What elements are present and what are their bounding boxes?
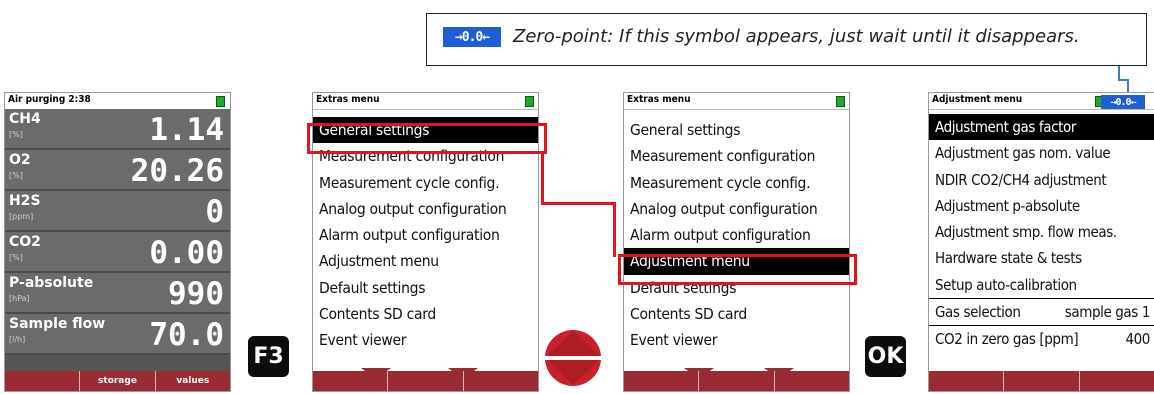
screen-title: Extras menu	[316, 94, 380, 105]
menu-item-alarm-output-configuration[interactable]: Alarm output configuration	[313, 222, 538, 248]
softkey-2[interactable]	[387, 371, 462, 391]
softkey-3[interactable]	[462, 371, 538, 391]
measurement-value: 1.14	[149, 112, 224, 148]
callout-text: Zero-point: If this symbol appears, just…	[513, 26, 1080, 47]
menu-list: General settings Measurement configurati…	[624, 117, 849, 354]
measurement-row: CO2 [%] 0.00	[5, 232, 230, 273]
softkey-2[interactable]	[1003, 371, 1078, 391]
softkey-storage[interactable]: storage	[79, 371, 154, 391]
menu-item-hardware-state-tests[interactable]: Hardware state & tests	[929, 245, 1154, 271]
menu-item-adjustment-smp-flow[interactable]: Adjustment smp. flow meas.	[929, 219, 1154, 245]
extras-menu-screen-adjustment-selected: Extras menu General settings Measurement…	[623, 92, 850, 392]
up-down-key-icon[interactable]	[544, 329, 602, 387]
measurement-name: O2	[9, 152, 31, 168]
status-led-icon	[216, 96, 225, 107]
menu-item-event-viewer[interactable]: Event viewer	[313, 327, 538, 353]
menu-item-measurement-cycle-config[interactable]: Measurement cycle config.	[624, 170, 849, 196]
zero-point-callout: →0.0← Zero-point: If this symbol appears…	[426, 13, 1147, 66]
status-led-icon	[836, 96, 845, 107]
zero-point-icon: →0.0←	[443, 27, 501, 47]
measurement-unit: [%]	[9, 171, 23, 180]
menu-item-co2-zero-gas[interactable]: CO2 in zero gas [ppm] 400	[929, 325, 1154, 352]
measurement-unit: [l/h]	[9, 335, 26, 344]
menu-item-contents-sd-card[interactable]: Contents SD card	[313, 301, 538, 327]
softkey-3[interactable]	[1078, 371, 1154, 391]
measurement-value: 20.26	[130, 153, 224, 189]
adjustment-menu-screen: Adjustment menu Adjustment gas factor Ad…	[928, 92, 1154, 392]
measurement-screen: Air purging 2:38 CH4 [%] 1.14 O2 [%] 20.…	[4, 92, 231, 392]
measurement-value: 990	[168, 276, 224, 312]
callout-connector	[1118, 66, 1120, 80]
f3-key-button[interactable]: F3	[248, 336, 289, 377]
measurement-unit: [hPa]	[9, 294, 30, 303]
softkey-2[interactable]	[698, 371, 773, 391]
screen-title: Extras menu	[627, 94, 691, 105]
softkey-1[interactable]	[929, 371, 1003, 391]
menu-item-adjustment-menu[interactable]: Adjustment menu	[313, 248, 538, 274]
menu-item-general-settings[interactable]: General settings	[624, 117, 849, 143]
menu-item-analog-output-configuration[interactable]: Analog output configuration	[313, 196, 538, 222]
menu-list: Adjustment gas factor Adjustment gas nom…	[929, 114, 1154, 353]
measurement-row: Sample flow [l/h] 70.0	[5, 314, 230, 355]
ok-key-button[interactable]: OK	[865, 336, 906, 377]
measurement-row: P-absolute [hPa] 990	[5, 273, 230, 314]
highlight-connector	[613, 202, 616, 257]
softkey-bar	[624, 371, 849, 391]
co2-zero-gas-value: 400	[1125, 330, 1150, 349]
screen-titlebar: Extras menu	[624, 93, 849, 110]
menu-item-adjustment-gas-factor[interactable]: Adjustment gas factor	[929, 114, 1154, 141]
softkey-1[interactable]	[313, 371, 387, 391]
menu-item-measurement-configuration[interactable]: Measurement configuration	[624, 143, 849, 169]
measurement-value: 0	[205, 194, 224, 230]
softkey-values[interactable]: values	[154, 371, 230, 391]
menu-item-adjustment-p-absolute[interactable]: Adjustment p-absolute	[929, 193, 1154, 219]
menu-item-adjustment-gas-nom-value[interactable]: Adjustment gas nom. value	[929, 140, 1154, 166]
measurement-unit: [%]	[9, 130, 23, 139]
softkey-3[interactable]	[773, 371, 849, 391]
callout-connector	[1127, 79, 1129, 93]
measurement-row: O2 [%] 20.26	[5, 150, 230, 191]
gas-selection-value: sample gas 1	[1064, 303, 1151, 322]
co2-zero-gas-label: CO2 in zero gas [ppm]	[935, 330, 1079, 349]
screen-title: Adjustment menu	[932, 94, 1023, 105]
measurement-name: Sample flow	[9, 316, 106, 332]
softkey-1[interactable]	[5, 371, 79, 391]
status-led-icon	[525, 96, 534, 107]
menu-item-contents-sd-card[interactable]: Contents SD card	[624, 301, 849, 327]
menu-item-measurement-cycle-config[interactable]: Measurement cycle config.	[313, 170, 538, 196]
highlight-connector	[541, 202, 616, 205]
measurement-unit: [ppm]	[9, 212, 34, 221]
menu-item-setup-auto-calibration[interactable]: Setup auto-calibration	[929, 272, 1154, 298]
measurement-row: H2S [ppm] 0	[5, 191, 230, 232]
zero-point-icon: →0.0←	[1101, 95, 1145, 109]
highlight-adjustment-menu	[618, 254, 857, 285]
gas-selection-label: Gas selection	[935, 303, 1021, 322]
measurement-row: CH4 [%] 1.14	[5, 109, 230, 150]
screen-titlebar: Extras menu	[313, 93, 538, 110]
measurement-value: 70.0	[149, 317, 224, 353]
screen-titlebar: Air purging 2:38	[5, 93, 230, 110]
menu-item-analog-output-configuration[interactable]: Analog output configuration	[624, 196, 849, 222]
menu-item-default-settings[interactable]: Default settings	[313, 275, 538, 301]
softkey-bar: storage values	[5, 371, 230, 391]
menu-item-gas-selection[interactable]: Gas selection sample gas 1	[929, 298, 1154, 325]
measurement-name: P-absolute	[9, 275, 94, 291]
measurement-value: 0.00	[149, 235, 224, 271]
measurement-name: CH4	[9, 111, 41, 127]
softkey-bar	[929, 371, 1154, 391]
highlight-connector	[541, 153, 544, 205]
measurement-name: H2S	[9, 193, 41, 209]
highlight-general-settings	[307, 123, 547, 154]
measurement-unit: [%]	[9, 253, 23, 262]
menu-item-event-viewer[interactable]: Event viewer	[624, 327, 849, 353]
menu-item-alarm-output-configuration[interactable]: Alarm output configuration	[624, 222, 849, 248]
softkey-1[interactable]	[624, 371, 698, 391]
measurement-name: CO2	[9, 234, 41, 250]
softkey-bar	[313, 371, 538, 391]
menu-item-ndir-adjustment[interactable]: NDIR CO2/CH4 adjustment	[929, 167, 1154, 193]
screen-title: Air purging 2:38	[8, 94, 91, 105]
